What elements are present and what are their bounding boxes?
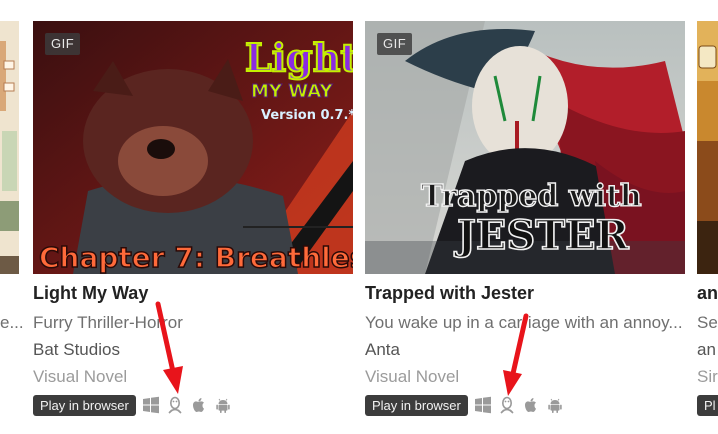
game-title[interactable]: an: [697, 283, 718, 304]
game-author[interactable]: an: [697, 340, 716, 360]
cover-chapter-text: Chapter 7: Breathless: [39, 241, 353, 274]
android-icon: [216, 398, 230, 413]
play-in-browser-badge: Play in browser: [365, 394, 468, 416]
play-in-browser-badge: Play in browser: [33, 394, 136, 416]
game-title[interactable]: Trapped with Jester: [365, 283, 534, 304]
game-cover-image[interactable]: Trapped with JESTER GIF: [365, 21, 685, 274]
cover-logo-title: Trapped with: [421, 179, 642, 214]
game-author[interactable]: Anta: [365, 340, 400, 360]
cover-logo-subtitle: JESTER: [454, 212, 630, 259]
game-tagline: Se: [697, 313, 718, 332]
linux-icon: [500, 396, 514, 414]
cover-logo-title: Light: [245, 35, 353, 80]
windows-icon: [474, 396, 491, 414]
cover-logo-subtitle: MY WAY: [251, 81, 333, 102]
game-cover-image[interactable]: [0, 21, 19, 274]
play-in-browser-badge: Pl: [697, 394, 718, 416]
platform-row: Play in browser: [365, 394, 564, 416]
game-title[interactable]: Light My Way: [33, 283, 148, 304]
windows-icon: [142, 396, 159, 414]
cover-version-text: Version 0.7.*: [261, 108, 353, 123]
game-cover-image[interactable]: [697, 21, 718, 274]
platform-row: Pl: [697, 394, 718, 416]
game-cover-image[interactable]: Light MY WAY Version 0.7.* Chapter 7: Br…: [33, 21, 353, 274]
game-genre: Visual Novel: [365, 367, 460, 386]
apple-icon: [192, 398, 204, 412]
red-arrow-annotation: [503, 313, 529, 396]
platform-row: Play in browser: [33, 394, 232, 416]
game-genre: Sir: [697, 367, 718, 386]
android-icon: [548, 398, 562, 413]
gif-badge: GIF: [377, 33, 413, 55]
red-arrow-annotation: [155, 301, 183, 394]
linux-icon: [168, 396, 182, 414]
game-author[interactable]: Bat Studios: [33, 340, 120, 360]
game-tagline: e...: [0, 313, 24, 332]
apple-icon: [524, 398, 536, 412]
gif-badge: GIF: [45, 33, 81, 55]
game-genre: Visual Novel: [33, 367, 128, 386]
